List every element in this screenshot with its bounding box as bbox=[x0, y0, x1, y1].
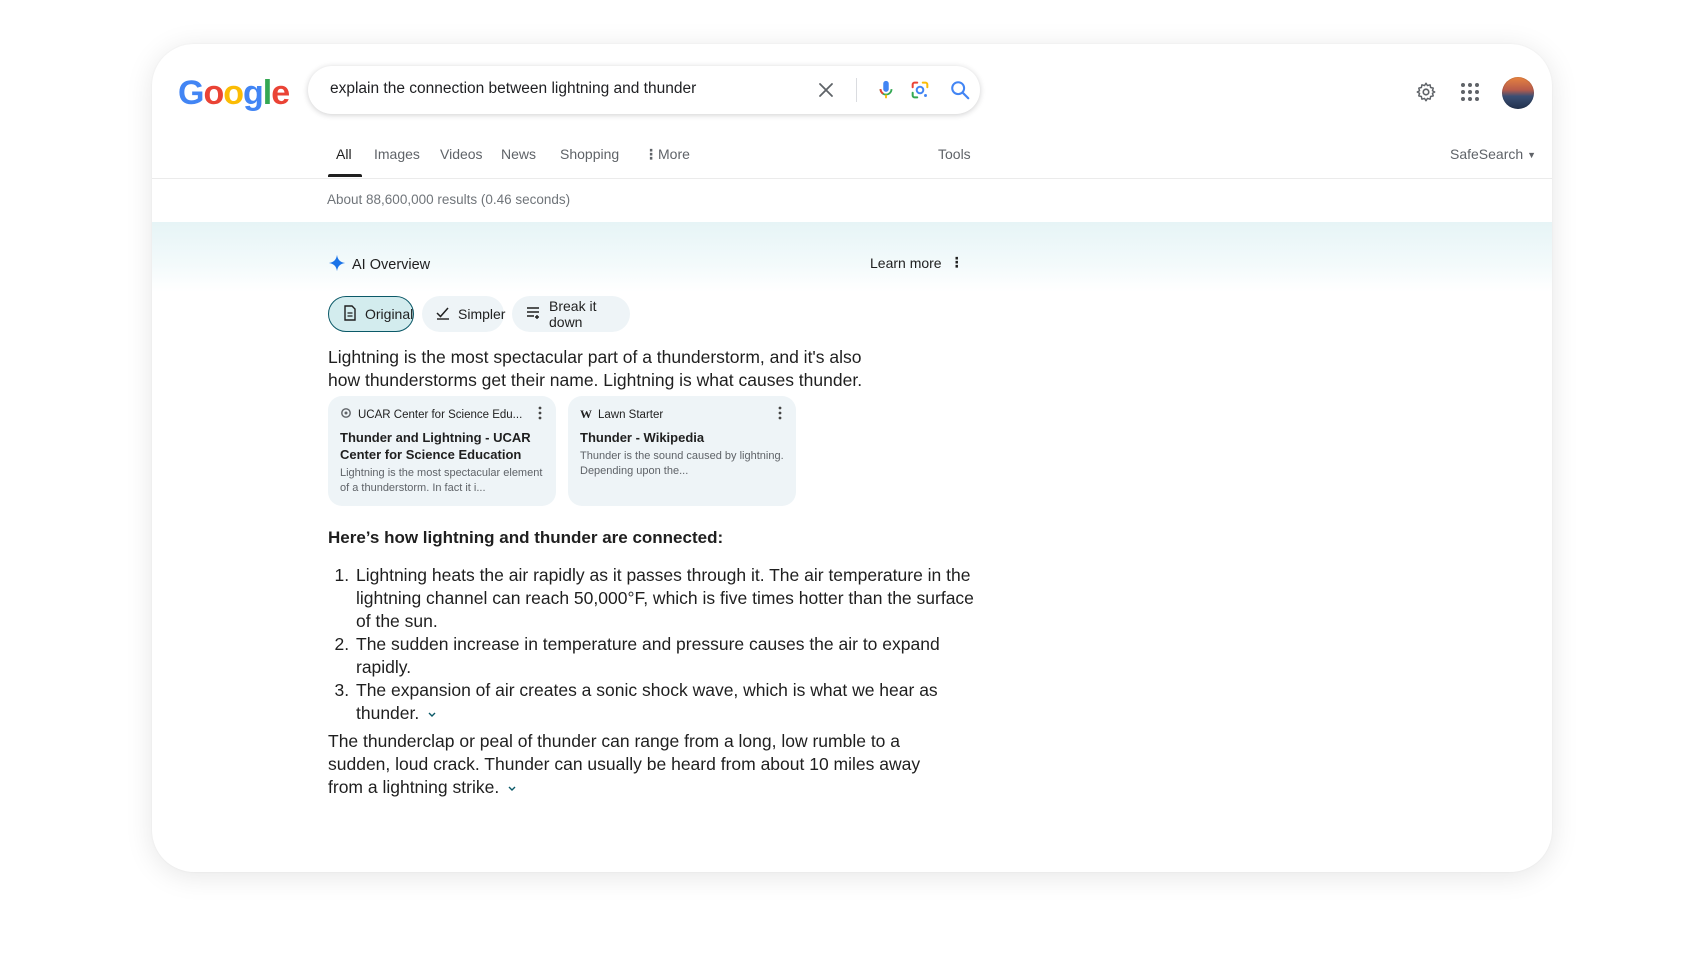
source-snippet: Lightning is the most spectacular elemen… bbox=[340, 467, 543, 494]
chip-label: Break it down bbox=[549, 298, 597, 330]
tab-images[interactable]: Images bbox=[374, 146, 420, 162]
ucar-favicon-icon bbox=[340, 407, 352, 422]
mic-icon[interactable] bbox=[874, 78, 898, 102]
source-card[interactable]: UCAR Center for Science Edu... Thunder a… bbox=[328, 396, 556, 506]
results-count: About 88,600,000 results (0.46 seconds) bbox=[327, 192, 571, 207]
close-icon[interactable] bbox=[814, 78, 838, 102]
logo-letter: g bbox=[243, 74, 264, 112]
logo-letter: l bbox=[262, 74, 273, 112]
tab-more-label: More bbox=[658, 146, 690, 162]
source-card[interactable]: W Lawn Starter Thunder - Wikipedia Thund… bbox=[568, 396, 796, 506]
logo-letter: o bbox=[203, 74, 224, 112]
source-title[interactable]: Thunder - Wikipedia bbox=[580, 429, 784, 446]
more-vert-icon[interactable] bbox=[778, 406, 782, 425]
chevron-down-icon[interactable] bbox=[507, 785, 517, 792]
chip-original[interactable]: Original bbox=[328, 296, 414, 332]
logo-letter: e bbox=[271, 74, 290, 112]
safesearch-button[interactable]: SafeSearch ▼ bbox=[1450, 146, 1536, 162]
lens-icon[interactable] bbox=[908, 78, 932, 102]
source-site-name: Lawn Starter bbox=[598, 408, 664, 421]
list-icon bbox=[526, 306, 541, 323]
header-divider bbox=[152, 178, 1552, 179]
caret-down-icon: ▼ bbox=[1527, 150, 1537, 161]
chip-simpler[interactable]: Simpler bbox=[422, 296, 506, 332]
simplify-icon bbox=[436, 306, 450, 323]
chip-break-it-down[interactable]: Break it down bbox=[512, 296, 630, 332]
tab-all[interactable]: All bbox=[336, 146, 352, 162]
more-vert-icon[interactable]: ⋮ bbox=[950, 254, 964, 271]
source-snippet: Thunder is the sound caused by lightning… bbox=[580, 450, 784, 477]
google-logo[interactable]: Google bbox=[178, 74, 290, 113]
list-item: The sudden increase in temperature and p… bbox=[354, 633, 984, 679]
ai-overview-label: AI Overview bbox=[352, 257, 431, 273]
ai-closing-paragraph: The thunderclap or peal of thunder can r… bbox=[328, 730, 938, 799]
logo-letter: G bbox=[178, 74, 204, 112]
wikipedia-favicon-icon: W bbox=[580, 407, 592, 421]
chip-label: Simpler bbox=[458, 306, 506, 322]
active-tab-indicator bbox=[328, 174, 362, 177]
chevron-down-icon[interactable] bbox=[427, 711, 437, 718]
closing-text: The thunderclap or peal of thunder can r… bbox=[328, 731, 921, 797]
tools-button[interactable]: Tools bbox=[938, 146, 971, 162]
intro-text: Lightning is the most spectacular part o… bbox=[328, 347, 863, 390]
avatar[interactable] bbox=[1502, 77, 1534, 109]
step-text: The sudden increase in temperature and p… bbox=[356, 634, 940, 677]
tab-more[interactable]: ⋮More bbox=[644, 146, 690, 163]
source-site-name: UCAR Center for Science Edu... bbox=[358, 408, 523, 421]
tab-news[interactable]: News bbox=[501, 146, 536, 162]
step-text: The expansion of air creates a sonic sho… bbox=[356, 680, 938, 723]
search-divider bbox=[856, 78, 857, 102]
tab-videos[interactable]: Videos bbox=[440, 146, 483, 162]
list-item: The expansion of air creates a sonic sho… bbox=[354, 679, 984, 725]
ai-subheading: Here’s how lightning and thunder are con… bbox=[328, 528, 724, 547]
search-icon[interactable] bbox=[948, 78, 972, 102]
source-site: UCAR Center for Science Edu... bbox=[340, 407, 544, 422]
learn-more-label: Learn more bbox=[870, 254, 942, 271]
learn-more-link[interactable]: Learn more ⋮ bbox=[870, 254, 964, 271]
source-title[interactable]: Thunder and Lightning - UCAR Center for … bbox=[340, 429, 544, 463]
source-site: W Lawn Starter bbox=[580, 407, 784, 422]
steps-list: Lightning heats the air rapidly as it pa… bbox=[328, 564, 984, 725]
document-icon bbox=[343, 304, 357, 324]
more-vert-icon[interactable] bbox=[538, 406, 542, 425]
search-box[interactable]: explain the connection between lightning… bbox=[308, 66, 980, 114]
logo-letter: o bbox=[223, 74, 244, 112]
browser-window: Google explain the connection between li… bbox=[152, 44, 1552, 872]
ai-overview-title: AI Overview bbox=[328, 254, 430, 276]
more-vert-icon: ⋮ bbox=[644, 146, 658, 162]
sparkle-icon bbox=[328, 254, 346, 276]
search-input[interactable]: explain the connection between lightning… bbox=[330, 80, 696, 98]
safesearch-label: SafeSearch bbox=[1450, 146, 1524, 162]
tab-shopping[interactable]: Shopping bbox=[560, 146, 619, 162]
step-text: Lightning heats the air rapidly as it pa… bbox=[356, 565, 974, 631]
chip-label: Original bbox=[365, 306, 414, 322]
list-item: Lightning heats the air rapidly as it pa… bbox=[354, 564, 984, 633]
gear-icon[interactable] bbox=[1414, 80, 1438, 104]
apps-grid-icon[interactable] bbox=[1458, 80, 1482, 104]
